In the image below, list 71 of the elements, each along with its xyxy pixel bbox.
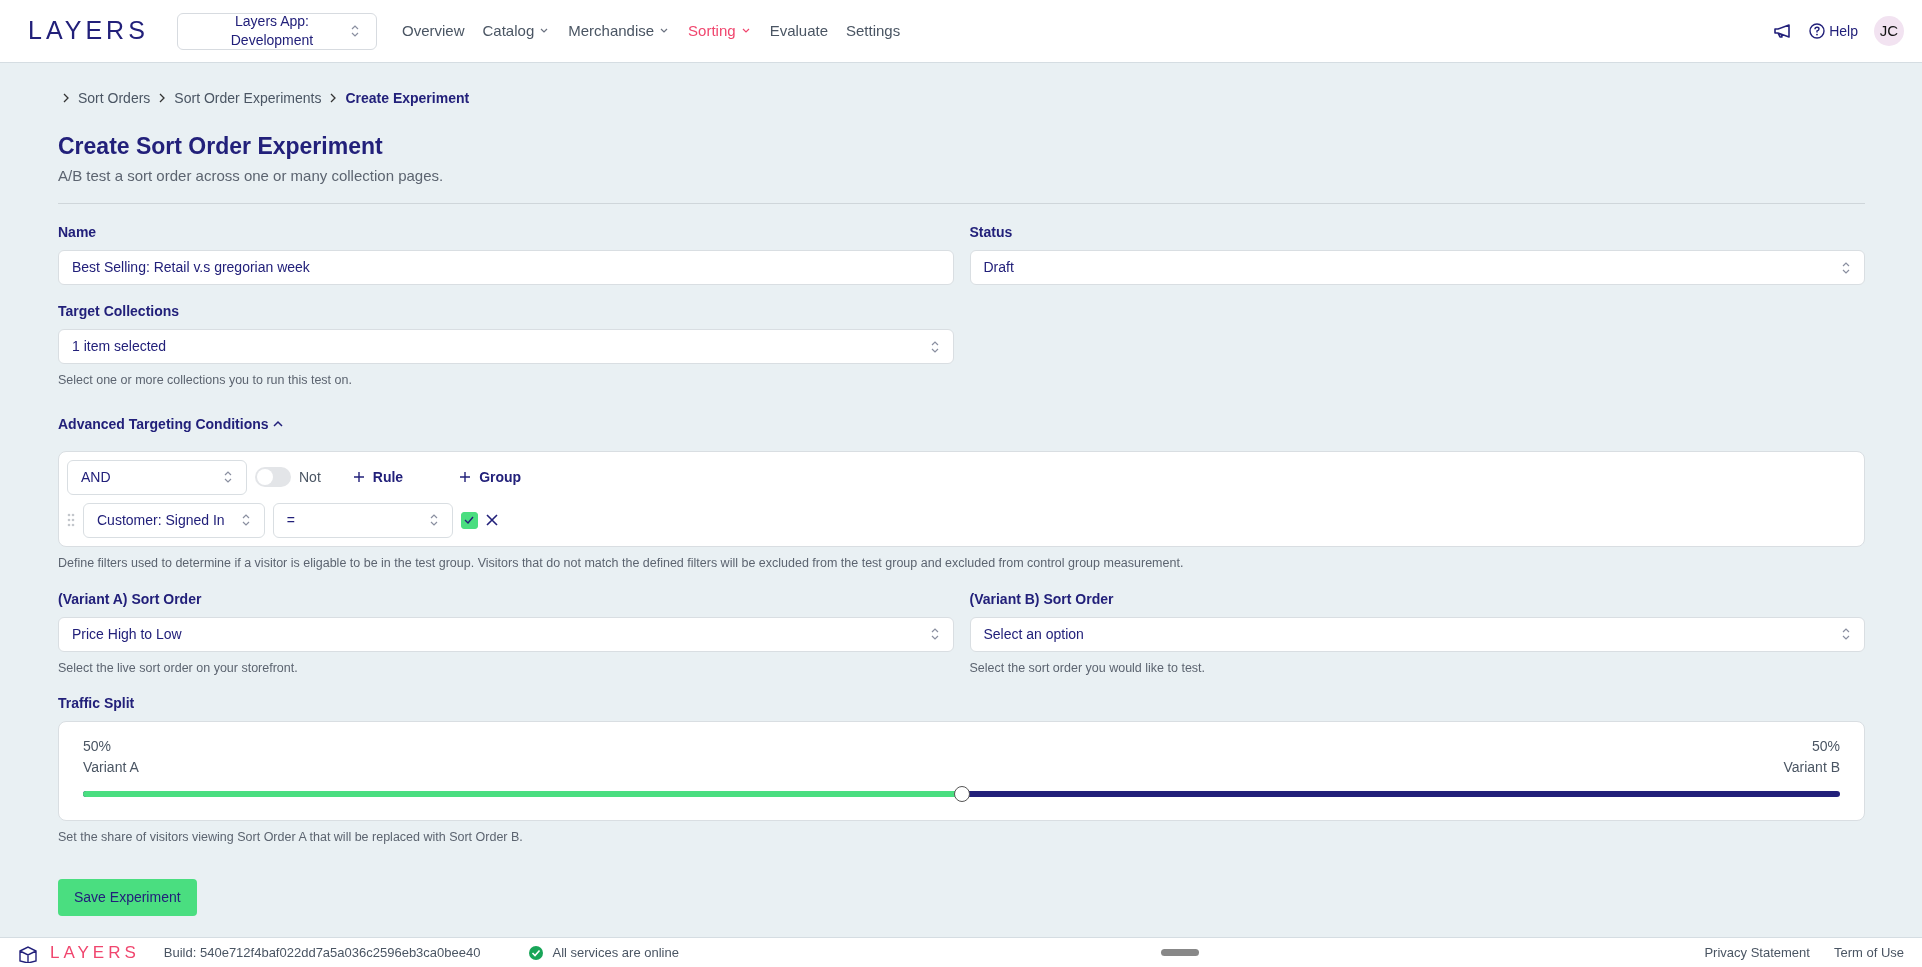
field-label: Target Collections	[58, 302, 181, 322]
help-link[interactable]: Help	[1809, 20, 1858, 42]
chevron-updown-icon	[1841, 627, 1851, 642]
help-text: Select one or more collections you to run this test on.	[58, 372, 353, 390]
breadcrumb-link[interactable]: Sort Orders	[78, 87, 151, 109]
toggle-label: Not	[299, 467, 321, 487]
plus-icon	[352, 471, 365, 484]
advanced-toggle[interactable]: Advanced Targeting Conditions	[58, 413, 283, 435]
nav-link[interactable]: Overview	[393, 19, 474, 43]
chevron-updown-icon	[929, 627, 940, 642]
slider-thumb[interactable]	[953, 786, 970, 803]
nav-link[interactable]: Sorting	[679, 19, 761, 43]
drag-handle-icon[interactable]	[67, 513, 75, 528]
build-text: Build: 540e712f4baf022dd7a5a036c2596eb3ca0bee40	[163, 943, 481, 962]
rule-field-select[interactable]: Customer: Signed In	[83, 502, 265, 538]
chevron-up-icon	[272, 420, 283, 429]
nav-link[interactable]: Evaluate	[760, 19, 837, 43]
footer-logo: LAYERS	[50, 941, 140, 964]
app-select[interactable]: Layers App: Development	[177, 12, 377, 50]
field-label: Status	[969, 223, 1014, 243]
variant-b-select[interactable]: Select an option	[969, 616, 1865, 652]
add-group-button[interactable]: Group	[459, 466, 522, 488]
close-icon[interactable]	[485, 514, 498, 527]
field-label: (Variant B) Sort Order	[969, 589, 1115, 609]
variant-label: Variant A	[83, 758, 139, 778]
variant-a-select[interactable]: Price High to Low	[58, 616, 954, 652]
chevron-updown-icon	[223, 470, 233, 485]
chevron-updown-icon	[350, 24, 360, 38]
chevron-updown-icon	[1841, 260, 1851, 275]
help-icon	[1809, 23, 1826, 39]
rule-checkbox[interactable]	[460, 511, 478, 529]
nav-link[interactable]: Merchandise	[559, 19, 680, 43]
help-text: Define filters used to determine if a visitor is eligable to be in the test group. Visitors that do not match the defined filters will be excluded from the test group and excluded from control group measurement.	[58, 554, 1185, 572]
rule-operator-select[interactable]: =	[272, 502, 453, 538]
help-text: Select the live sort order on your storefront.	[58, 659, 299, 677]
status-text: All services are online	[552, 943, 679, 962]
logo: LAYERS	[28, 15, 150, 47]
not-toggle[interactable]	[255, 467, 291, 488]
chevron-updown-icon	[428, 513, 439, 528]
page-title: Create Sort Order Experiment	[58, 133, 384, 161]
chevron-right-icon	[62, 92, 70, 104]
plus-icon	[459, 471, 472, 484]
slider-track[interactable]	[83, 786, 1840, 803]
save-button[interactable]: Save Experiment	[58, 879, 197, 917]
chevron-updown-icon	[240, 513, 251, 528]
drag-handle[interactable]	[1160, 949, 1199, 956]
user-avatar[interactable]: JC	[1874, 16, 1904, 46]
percent-label: 50%	[1810, 737, 1840, 757]
footer-link[interactable]: Privacy Statement	[1704, 942, 1810, 963]
breadcrumb-link[interactable]: Sort Order Experiments	[174, 87, 322, 109]
nav-link[interactable]: Catalog	[473, 19, 560, 43]
field-label: Name	[58, 223, 98, 243]
collections-select[interactable]: 1 item selected	[58, 329, 954, 365]
operator-select[interactable]: AND	[67, 459, 247, 495]
chevron-updown-icon	[929, 339, 940, 354]
status-select[interactable]: Draft	[969, 250, 1865, 286]
nav-link[interactable]: Settings	[837, 19, 910, 43]
variant-label: Variant B	[1783, 758, 1840, 778]
chevron-right-icon	[329, 92, 338, 104]
chevron-right-icon	[158, 92, 167, 104]
help-text: Set the share of visitors viewing Sort Order A that will be replaced with Sort Order B.	[58, 829, 524, 847]
check-icon	[464, 516, 475, 525]
add-rule-button[interactable]: Rule	[352, 466, 404, 488]
field-label: (Variant A) Sort Order	[58, 589, 203, 609]
field-label: Traffic Split	[58, 694, 136, 714]
percent-label: 50%	[83, 737, 113, 757]
footer-link[interactable]: Term of Use	[1833, 942, 1904, 963]
check-circle-icon	[528, 944, 545, 961]
page-subtitle: A/B test a sort order across one or many collection pages.	[58, 165, 445, 186]
name-field[interactable]: Best Selling: Retail v.s gregorian week	[58, 250, 954, 286]
help-text: Select the sort order you would like to test.	[969, 659, 1207, 677]
